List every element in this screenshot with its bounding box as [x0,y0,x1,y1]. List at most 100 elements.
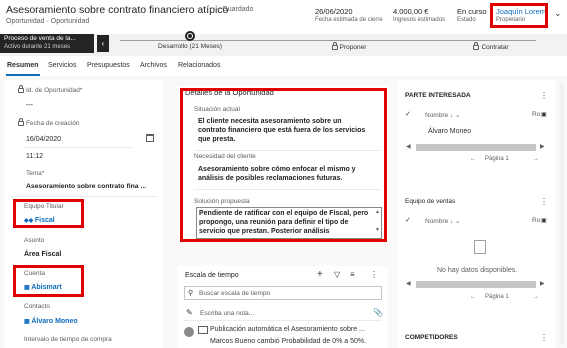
stage-label: Proponer [339,44,367,51]
tab-resumen[interactable]: Resumen [7,62,39,69]
created-label: Fecha de creación [18,118,79,127]
contact-lookup[interactable]: ▦ Álvaro Moneo [24,318,78,325]
divider [10,196,158,197]
scroll-left-icon[interactable]: ◀ [406,143,411,150]
stage-proponer[interactable]: Proponer [299,42,399,51]
save-icon[interactable]: ▣ [541,111,547,118]
id-label: Id. de Oportunidad* [18,85,82,94]
proposal-text: Pendiente de ratificar con el equipo de … [199,210,369,235]
process-duration: Activo durante 21 meses [4,44,71,50]
created-date-field[interactable]: 16/04/2020 [26,136,61,143]
chevron-left-icon[interactable]: ‹ [97,35,109,52]
list-icon[interactable]: ≡ [350,270,355,279]
more-icon[interactable]: ⋮ [540,91,548,100]
close-date-value: 26/06/2020 [315,7,353,16]
stage-contratar[interactable]: Contratar [441,42,541,51]
page-scrollbar[interactable] [560,82,564,345]
status-value: En curso [457,7,487,16]
horizontal-scrollbar[interactable] [416,281,536,288]
tab-archivos[interactable]: Archivos [140,62,167,69]
owner-label: Propietario [496,17,526,23]
prev-page-icon[interactable]: ← [470,294,476,300]
timeline-search-input[interactable]: ⚲ Buscar escala de tiempo [184,286,382,300]
save-icon[interactable]: ▣ [541,217,547,224]
header-owner[interactable]: Joaquín Lorem Propietario [496,7,546,25]
lock-icon [473,42,480,50]
page-title: Asesoramiento sobre contrato financiero … [6,4,229,16]
stage-desarrollo[interactable]: Desarrollo (21 Meses) [140,31,240,50]
sort-icon: ↓ [449,218,454,225]
related-panels [398,80,556,348]
scroll-right-icon[interactable]: ▶ [540,280,545,287]
stakeholder-row[interactable]: Álvaro Moneo [428,128,471,135]
active-tab-indicator [6,74,40,76]
topic-field[interactable]: Asesoramiento sobre contrato fina ... [26,183,146,190]
chevron-down-icon[interactable]: ⌄ [554,8,562,19]
column-role[interactable]: Ro [532,111,540,118]
post-avatar [184,327,194,337]
attachment-icon[interactable]: 📎 [373,308,383,317]
status-label: Estado [457,17,476,23]
save-status: - Guardado [218,6,254,13]
empty-document-icon [474,240,486,254]
column-name[interactable]: Nombre ↓ ⌄ [425,217,460,225]
need-field[interactable]: Asesoramiento sobre cómo enfocar el mism… [198,165,366,183]
stakeholders-title: PARTE INTERESADA [405,92,471,99]
divider [194,150,380,151]
divider [184,320,382,321]
details-title: Detalles de la Oportunidad [185,88,274,97]
checkmark-icon[interactable]: ✓ [405,110,411,118]
filter-icon[interactable]: ▽ [334,270,340,279]
situation-label: Situación actual [194,106,240,113]
situation-field[interactable]: El cliente necesita asesoramiento sobre … [198,117,366,144]
scroll-right-icon[interactable]: ▶ [540,143,545,150]
next-page-icon[interactable]: → [533,294,539,300]
checkmark-icon[interactable]: ✓ [405,216,411,224]
team-icon: ◆◆ [24,218,35,224]
note-input[interactable]: Escriba una nota... [200,310,254,317]
header-revenue: 4.000,00 € Ingresos estimados [393,7,445,25]
next-page-icon[interactable]: → [533,156,539,162]
proposal-textarea[interactable]: Pendiente de ratificar con el equipo de … [196,207,382,239]
subject-label: Asunto [24,237,45,244]
stage-label: Contratar [481,44,509,51]
entity-subtitle[interactable]: Oportunidad · Oportunidad [6,18,89,25]
account-label: Cuenta [24,270,45,277]
interval-label: Intervalo de tiempo de compra [24,336,112,343]
stage-label: Desarrollo (21 Meses) [158,43,222,50]
lock-icon [18,85,24,93]
account-lookup[interactable]: ▦ Abismart [24,284,62,291]
proposal-label: Solución propuesta [194,198,250,205]
close-date-label: Fecha estimada de cierre [315,17,383,23]
process-name: Proceso de venta de la... [4,35,76,42]
team-label: Equipo Titular [24,203,64,210]
column-name[interactable]: Nombre ↓ ⌄ [425,111,460,119]
column-role[interactable]: Ro [532,217,540,224]
prev-page-icon[interactable]: ← [470,156,476,162]
team-lookup[interactable]: ◆◆ Fiscal [24,217,55,224]
revenue-label: Ingresos estimados [393,17,446,23]
more-icon[interactable]: ⋮ [540,333,548,342]
id-value: --- [26,102,33,109]
search-placeholder: Buscar escala de tiempo [199,290,271,297]
more-icon[interactable]: ⋮ [370,270,378,279]
post-subtitle: Marcos Bueno cambió Probabilidad de 0% a… [210,338,367,345]
textarea-scrollbar[interactable]: ▲ ▼ [375,209,380,237]
tab-bar [0,56,567,76]
active-process[interactable]: Proceso de venta de la... Activo durante… [0,34,94,53]
calendar-icon[interactable] [146,134,154,142]
post-title[interactable]: Publicación automática el Asesoramiento … [210,326,365,333]
tab-relacionados[interactable]: Relacionados [178,62,220,69]
tab-presupuestos[interactable]: Presupuestos [87,62,130,69]
subject-field[interactable]: Área Fiscal [24,251,61,258]
created-time-field[interactable]: 11:12 [26,153,43,160]
more-icon[interactable]: ⋮ [540,197,548,206]
lock-icon [18,118,24,126]
tab-servicios[interactable]: Servicios [48,62,76,69]
sales-team-title: Equipo de ventas [405,198,456,205]
scroll-left-icon[interactable]: ◀ [406,280,411,287]
owner-link[interactable]: Joaquín Lorem [496,7,546,16]
competitors-title: COMPETIDORES [405,334,458,341]
add-icon[interactable]: + [317,269,323,280]
horizontal-scrollbar[interactable] [416,144,536,151]
